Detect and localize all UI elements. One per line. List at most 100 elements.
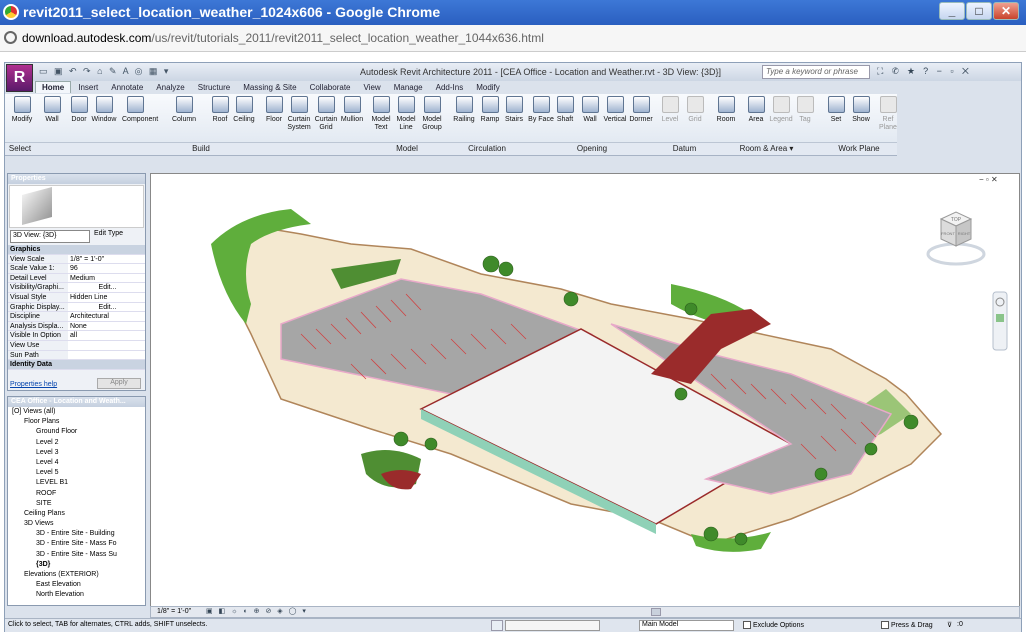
by-face-button[interactable]: By Face (528, 96, 554, 124)
window-button[interactable]: Window (91, 96, 117, 124)
curtain-grid-button[interactable]: Curtain Grid (313, 96, 339, 132)
view-canvas[interactable]: TOP FRONT RIGHT − ▫ ✕ (150, 173, 1020, 607)
wall-button[interactable]: Wall (39, 96, 65, 124)
ref-plane-button[interactable]: Ref Plane (875, 96, 901, 132)
area-button[interactable]: Area (743, 96, 769, 124)
quick-access-toolbar[interactable]: ▭ ▣ ↶ ↷ ⌂ ✎ A ◎ ▦ ▾ (39, 66, 170, 77)
panel-datum[interactable]: Datum (657, 142, 712, 155)
property-value[interactable]: Edit... (68, 302, 145, 312)
ribbon-tab-home[interactable]: Home (35, 81, 72, 93)
panel-select[interactable]: Select (5, 142, 35, 155)
panel-circulation[interactable]: Circulation (447, 142, 527, 155)
mullion-button[interactable]: Mullion (339, 96, 365, 124)
ribbon-tab-collaborate[interactable]: Collaborate (304, 82, 357, 93)
browser-node[interactable]: Ground Floor (8, 427, 145, 437)
browser-node[interactable]: Elevations (EXTERIOR) (8, 570, 145, 580)
view-control-icons[interactable]: ▣ ◧ ☼ ◐ ⊕ ⊘ ◈ ◯ ▾ (206, 607, 308, 615)
panel-room-area-[interactable]: Room & Area ▾ (712, 142, 821, 155)
ribbon-tab-annotate[interactable]: Annotate (105, 82, 149, 93)
browser-node[interactable]: 3D - Entire Site - Building (8, 529, 145, 539)
level-button[interactable]: Level (657, 96, 683, 124)
roof-button[interactable]: Roof (207, 96, 233, 124)
browser-node[interactable]: Level 4 (8, 458, 145, 468)
view-scale-control[interactable]: 1/8" = 1'-0" (157, 608, 191, 615)
ribbon-tab-modify[interactable]: Modify (470, 82, 506, 93)
set-button[interactable]: Set (823, 96, 849, 124)
browser-node[interactable]: ROOF (8, 489, 145, 499)
browser-node[interactable]: Level 2 (8, 438, 145, 448)
show-button[interactable]: Show (848, 96, 874, 124)
component-button[interactable]: Component (122, 96, 158, 124)
browser-node[interactable]: 3D Views (8, 519, 145, 529)
type-selector[interactable]: 3D View: {3D} (10, 230, 90, 243)
browser-node[interactable]: [O] Views (all) (8, 407, 145, 417)
property-value[interactable]: Architectural (68, 312, 145, 321)
exclude-options-checkbox[interactable]: Exclude Options (743, 621, 804, 629)
worksets-icon[interactable] (491, 620, 503, 631)
room-button[interactable]: Room (713, 96, 739, 124)
site-model-3d[interactable]: TOP FRONT RIGHT − ▫ ✕ (151, 174, 1019, 606)
ribbon-tab-manage[interactable]: Manage (388, 82, 429, 93)
browser-node[interactable]: East Elevation (8, 580, 145, 590)
property-group-header[interactable]: Identity Data (8, 360, 145, 370)
wall-button[interactable]: Wall (577, 96, 603, 124)
navigation-bar[interactable] (992, 291, 1008, 351)
ribbon-tab-insert[interactable]: Insert (72, 82, 104, 93)
curtain-system-button[interactable]: Curtain System (286, 96, 312, 132)
maximize-button[interactable]: □ (966, 2, 992, 20)
browser-node[interactable]: 3D - Entire Site - Mass Su (8, 550, 145, 560)
property-value[interactable]: all (68, 331, 145, 340)
press-drag-checkbox[interactable]: Press & Drag (881, 621, 933, 629)
view-window-controls[interactable]: − ▫ ✕ (979, 175, 998, 184)
property-value[interactable]: 1/8" = 1'-0" (68, 254, 145, 264)
browser-node[interactable]: Floor Plans (8, 417, 145, 427)
browser-node[interactable]: SITE (8, 499, 145, 509)
column-button[interactable]: Column (171, 96, 197, 124)
ribbon-tab-view[interactable]: View (358, 82, 387, 93)
property-value[interactable]: None (68, 321, 145, 331)
browser-node[interactable]: 3D - Entire Site - Mass Fo (8, 539, 145, 549)
vertical-button[interactable]: Vertical (602, 96, 628, 124)
viewcube[interactable]: TOP FRONT RIGHT (926, 211, 986, 266)
browser-node[interactable]: Ceiling Plans (8, 509, 145, 519)
model-group-button[interactable]: Model Group (419, 96, 445, 132)
browser-node[interactable]: Level 5 (8, 468, 145, 478)
page-info-icon[interactable] (4, 31, 17, 44)
properties-help-link[interactable]: Properties help (10, 381, 57, 388)
property-value[interactable] (68, 340, 145, 350)
panel-opening[interactable]: Opening (527, 142, 657, 155)
browser-node[interactable]: {3D} (8, 560, 145, 570)
close-button[interactable]: ✕ (993, 2, 1019, 20)
address-bar[interactable]: download.autodesk.com/us/revit/tutorials… (0, 25, 1026, 52)
apply-button[interactable]: Apply (97, 378, 141, 389)
property-value[interactable]: Medium (68, 273, 145, 283)
property-value[interactable]: 96 (68, 264, 145, 273)
ribbon-tab-massing-site[interactable]: Massing & Site (237, 82, 302, 93)
panel-build[interactable]: Build (35, 142, 367, 155)
stairs-button[interactable]: Stairs (501, 96, 527, 124)
browser-node[interactable]: Level 3 (8, 448, 145, 458)
property-group-header[interactable]: Graphics (8, 245, 145, 255)
browser-node[interactable]: North Elevation (8, 590, 145, 600)
model-line-button[interactable]: Model Line (393, 96, 419, 132)
application-menu-button[interactable]: R (6, 64, 33, 92)
property-value[interactable] (68, 350, 145, 360)
url-text[interactable]: download.autodesk.com/us/revit/tutorials… (22, 31, 544, 45)
ribbon-tab-structure[interactable]: Structure (192, 82, 236, 93)
model-text-button[interactable]: Model Text (368, 96, 394, 132)
horizontal-scrollbar[interactable] (651, 608, 661, 616)
help-search-input[interactable]: Type a keyword or phrase (762, 65, 870, 79)
ribbon-tab-analyze[interactable]: Analyze (150, 82, 190, 93)
edit-type-button[interactable]: Edit Type (94, 230, 123, 243)
grid-button[interactable]: Grid (682, 96, 708, 124)
minimize-button[interactable]: _ (939, 2, 965, 20)
ramp-button[interactable]: Ramp (477, 96, 503, 124)
shaft-button[interactable]: Shaft (552, 96, 578, 124)
ribbon-tab-add-ins[interactable]: Add-Ins (430, 82, 470, 93)
property-value[interactable]: Hidden Line (68, 292, 145, 302)
legend-button[interactable]: Legend (768, 96, 794, 124)
railing-button[interactable]: Railing (451, 96, 477, 124)
tag-button[interactable]: Tag (792, 96, 818, 124)
ceiling-button[interactable]: Ceiling (231, 96, 257, 124)
filter-icon[interactable]: ⊽ (947, 621, 952, 629)
